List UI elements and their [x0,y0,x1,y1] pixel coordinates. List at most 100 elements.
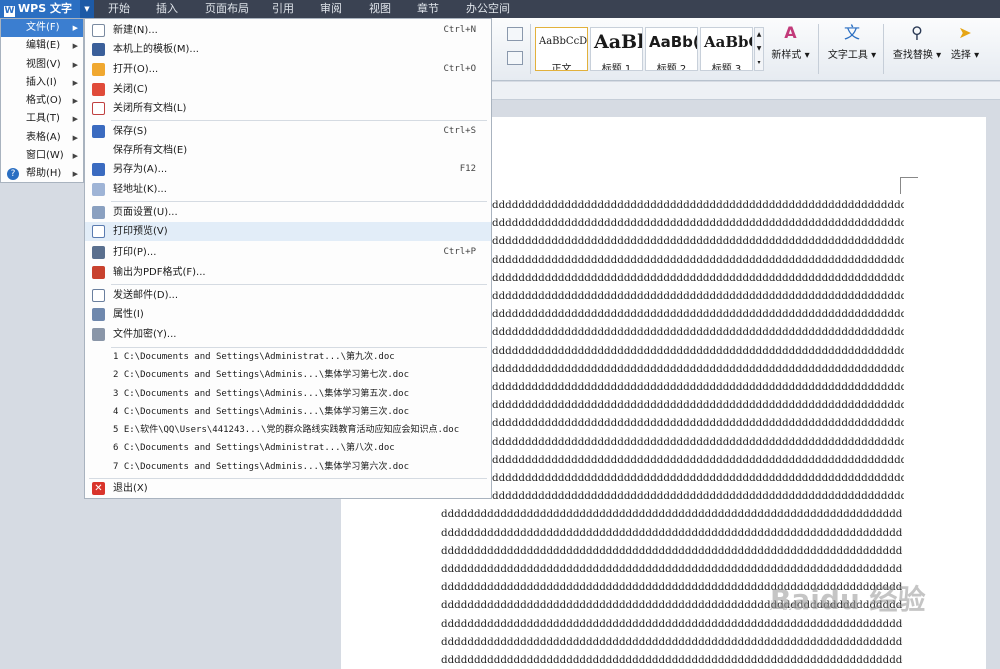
style-name: 标题 3 [711,64,742,71]
pdf-icon [92,266,105,279]
file-menu-new[interactable]: 新建(N)... Ctrl+N [85,21,491,40]
file-menu-template[interactable]: 本机上的模板(M)... [85,40,491,59]
document-text-line[interactable]: dddddddddddddddddddddddddddddddddddddddd… [492,414,904,432]
tab-review[interactable]: 审阅 [320,0,342,18]
shortcut-label: Ctrl+P [443,247,476,257]
shortcut-label: F12 [459,164,476,174]
document-text-line[interactable]: dddddddddddddddddddddddddddddddddddddddd… [492,487,904,505]
menu-item-label: 关闭所有文档(L) [113,103,187,114]
document-text-line[interactable]: dddddddddddddddddddddddddddddddddddddddd… [441,524,903,542]
styles-scroll[interactable]: ▲ ▼ ▾ [754,27,764,71]
menu-item-label: 格式(O) [26,95,62,107]
table-border-icon[interactable] [507,51,523,65]
file-menu-open[interactable]: 打开(O)... Ctrl+O [85,60,491,79]
new-style-button[interactable]: A 新样式 ▾ [768,23,813,61]
menu-item-edit[interactable]: 编辑(E) ▶ [1,37,83,55]
document-text-line[interactable]: dddddddddddddddddddddddddddddddddddddddd… [492,360,904,378]
style-normal[interactable]: AaBbCcDd 正文 [535,27,588,71]
document-text-line[interactable]: dddddddddddddddddddddddddddddddddddddddd… [492,305,904,323]
recent-file-6[interactable]: 6 C:\Documents and Settings\Administrat.… [113,440,395,457]
document-text-line[interactable]: dddddddddddddddddddddddddddddddddddddddd… [492,287,904,305]
document-text-line[interactable]: dddddddddddddddddddddddddddddddddddddddd… [492,451,904,469]
file-menu-send-mail[interactable]: 发送邮件(D)... [85,286,491,305]
document-text-line[interactable]: dddddddddddddddddddddddddddddddddddddddd… [492,269,904,287]
find-replace-button[interactable]: ⚲ 查找替换 ▾ [889,23,945,61]
menu-item-label: 视图(V) [26,58,61,70]
tab-sections[interactable]: 章节 [417,0,439,18]
binoculars-icon: ⚲ [911,23,923,42]
recent-file-4[interactable]: 4 C:\Documents and Settings\Adminis...\集… [113,404,409,421]
document-text-line[interactable]: dddddddddddddddddddddddddddddddddddddddd… [492,251,904,269]
menu-item-label: 文件(F) [26,22,60,33]
file-menu-save-as[interactable]: 另存为(A)... F12 [85,160,491,179]
menu-item-file[interactable]: 文件(F) ▶ [1,19,83,38]
style-heading-1[interactable]: AaBl 标题 1 [590,27,643,71]
menu-item-label: 工具(T) [26,113,60,125]
horizontal-ruler [492,82,1000,100]
baidu-watermark: Baidu 经验 jingyan.baidu.com [770,578,950,618]
file-menu-save[interactable]: 保存(S) Ctrl+S [85,122,491,141]
app-name: WPS 文字 [18,2,72,15]
text-tools-button[interactable]: 文 文字工具 ▾ [824,23,880,61]
menu-separator [111,347,487,348]
file-menu-light-address[interactable]: 轻地址(K)... [85,180,491,199]
file-menu-encrypt[interactable]: 文件加密(Y)... [85,325,491,344]
recent-file-2[interactable]: 2 C:\Documents and Settings\Adminis...\集… [113,367,409,384]
file-menu-export-pdf[interactable]: 输出为PDF格式(F)... [85,263,491,282]
file-menu-close[interactable]: 关闭(C) [85,80,491,99]
chevron-down-icon[interactable]: ▼ [80,0,94,18]
document-text-line[interactable]: dddddddddddddddddddddddddddddddddddddddd… [492,232,904,250]
recent-file-3[interactable]: 3 C:\Documents and Settings\Adminis...\集… [113,386,409,403]
document-text-line[interactable]: dddddddddddddddddddddddddddddddddddddddd… [492,196,904,214]
document-text-line[interactable]: dddddddddddddddddddddddddddddddddddddddd… [441,633,903,651]
menu-item-label: 退出(X) [113,483,148,494]
menu-item-insert[interactable]: 插入(I) ▶ [1,74,83,92]
menu-item-label: 帮助(H) [26,168,62,180]
menu-item-tools[interactable]: 工具(T) ▶ [1,110,83,128]
document-text-line[interactable]: dddddddddddddddddddddddddddddddddddddddd… [492,214,904,232]
file-menu-properties[interactable]: 属性(I) [85,305,491,324]
file-menu-exit[interactable]: ✕ 退出(X) [85,479,491,498]
document-text-line[interactable]: dddddddddddddddddddddddddddddddddddddddd… [492,342,904,360]
menu-item-label: 插入(I) [26,76,57,88]
document-text-line[interactable]: dddddddddddddddddddddddddddddddddddddddd… [492,323,904,341]
tab-page-layout[interactable]: 页面布局 [205,0,249,18]
document-text-line[interactable]: dddddddddddddddddddddddddddddddddddddddd… [492,469,904,487]
document-text-line[interactable]: dddddddddddddddddddddddddddddddddddddddd… [441,542,903,560]
file-menu-page-setup[interactable]: 页面设置(U)... [85,203,491,222]
chevron-right-icon: ▶ [72,170,78,179]
file-menu-save-all[interactable]: 保存所有文档(E) [85,141,491,160]
document-text-line[interactable]: dddddddddddddddddddddddddddddddddddddddd… [492,433,904,451]
menu-item-label: 打印(P)... [113,247,157,258]
file-menu-print-preview[interactable]: 打印预览(V) [85,222,491,241]
document-text-line[interactable]: dddddddddddddddddddddddddddddddddddddddd… [441,505,903,523]
ribbon-divider [530,24,531,74]
menu-item-format[interactable]: 格式(O) ▶ [1,92,83,110]
document-text-line[interactable]: dddddddddddddddddddddddddddddddddddddddd… [492,378,904,396]
document-text-line[interactable]: dddddddddddddddddddddddddddddddddddddddd… [492,396,904,414]
file-menu-print[interactable]: 打印(P)... Ctrl+P [85,243,491,262]
wps-app-menu-button[interactable]: W WPS 文字 ▼ [0,0,94,18]
recent-file-1[interactable]: 1 C:\Documents and Settings\Administrat.… [113,349,395,366]
printer-icon [92,246,105,259]
tab-office-space[interactable]: 办公空间 [466,0,510,18]
chevron-right-icon: ▶ [72,133,78,142]
tab-start[interactable]: 开始 [108,0,130,18]
menu-item-view[interactable]: 视图(V) ▶ [1,56,83,74]
tab-view[interactable]: 视图 [369,0,391,18]
document-text-line[interactable]: dddddddddddddddddddddddddddddddddddddddd… [441,560,903,578]
recent-file-5[interactable]: 5 E:\软件\QQ\Users\441243...\党的群众路线实践教育活动应… [113,422,459,439]
style-heading-2[interactable]: AaBb( 标题 2 [645,27,698,71]
tab-insert[interactable]: 插入 [156,0,178,18]
file-menu-close-all[interactable]: 关闭所有文档(L) [85,99,491,118]
select-button[interactable]: ➤ 选择 ▾ [945,23,985,61]
menu-item-help[interactable]: ? 帮助(H) ▶ [1,165,83,183]
recent-file-7[interactable]: 7 C:\Documents and Settings\Adminis...\集… [113,459,409,476]
style-heading-3[interactable]: AaBbC 标题 3 [700,27,753,71]
menu-item-window[interactable]: 窗口(W) ▶ [1,147,83,165]
document-text-line[interactable]: dddddddddddddddddddddddddddddddddddddddd… [441,651,903,669]
menu-item-label: 页面设置(U)... [113,207,178,218]
menu-item-table[interactable]: 表格(A) ▶ [1,129,83,147]
paragraph-border-icon[interactable] [507,27,523,41]
tab-references[interactable]: 引用 [272,0,294,18]
